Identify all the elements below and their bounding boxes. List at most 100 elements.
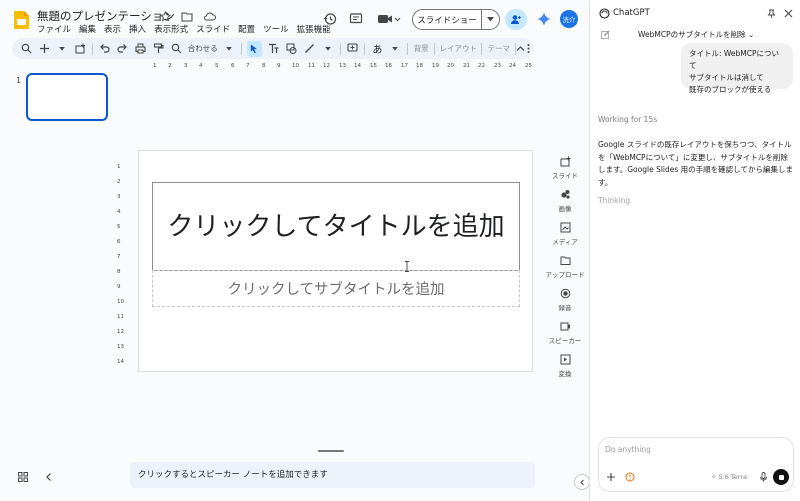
slideshow-dropdown-icon[interactable] [482, 17, 499, 22]
toolbar-divider [434, 42, 436, 55]
menu-view[interactable]: 表示 [104, 23, 121, 35]
speaker-notes[interactable]: クリックするとスピーカー ノートを追加できます [130, 462, 535, 488]
clock-alert-icon[interactable] [625, 472, 635, 482]
ruler-tick: 21 [463, 63, 470, 69]
ruler-tick: 15 [370, 63, 377, 69]
cloud-saved-icon[interactable] [202, 9, 216, 23]
menu-file[interactable]: ファイル [37, 23, 71, 35]
slideshow-button[interactable]: スライドショー [412, 9, 500, 30]
new-slide-layout-icon[interactable] [74, 41, 86, 57]
paint-format-icon[interactable] [153, 41, 165, 57]
pin-icon[interactable] [767, 9, 776, 18]
background-button[interactable]: 背景 [414, 41, 429, 57]
ruler-tick: 24 [509, 63, 516, 69]
text-box-icon[interactable] [268, 41, 280, 57]
close-icon[interactable] [784, 9, 793, 18]
notes-resize-handle[interactable] [318, 450, 344, 452]
share-button[interactable] [505, 9, 527, 30]
ruler-tick: 6 [231, 63, 235, 69]
menu-bar: ファイル 編集 表示 挿入 表示形式 スライド 配置 ツール 拡張機能 [37, 23, 331, 35]
zoom-icon[interactable] [171, 41, 183, 57]
ruler-tick: 2 [117, 179, 121, 185]
slide-thumbnail[interactable] [26, 73, 108, 121]
ruler-tick: 1 [153, 63, 157, 69]
working-status[interactable]: Working for 15s [598, 115, 657, 124]
slides-app: 無題のプレゼンテーション ファイル 編集 表示 挿入 表示形式 スライド 配置 … [0, 0, 590, 501]
collapse-menu-icon[interactable] [514, 41, 526, 57]
ruler-tick: 19 [432, 63, 439, 69]
theme-button[interactable]: テーマ [488, 41, 511, 57]
zoom-dropdown-icon[interactable] [223, 41, 235, 57]
side-upload-button[interactable]: アップロード [545, 255, 585, 279]
ruler-tick: 11 [117, 314, 124, 320]
side-label: 画像 [558, 205, 572, 213]
stop-generating-button[interactable] [773, 469, 789, 485]
collapse-filmstrip-icon[interactable] [44, 472, 54, 482]
new-slide-dropdown-icon[interactable] [56, 41, 68, 57]
subtitle-placeholder[interactable]: クリックしてサブタイトルを追加 [152, 270, 520, 307]
title-placeholder[interactable]: クリックしてタイトルを追加 [152, 182, 520, 271]
undo-icon[interactable] [99, 41, 111, 57]
grid-view-icon[interactable] [18, 472, 28, 482]
microphone-icon[interactable] [759, 472, 768, 482]
menu-format[interactable]: 表示形式 [154, 23, 188, 35]
select-tool-icon[interactable] [247, 40, 262, 57]
move-folder-icon[interactable] [180, 9, 194, 23]
side-label: 変換 [558, 370, 572, 378]
new-slide-icon[interactable] [38, 41, 50, 57]
side-add-slide-button[interactable]: スライド [546, 156, 584, 180]
zoom-level[interactable]: 合わせる [188, 41, 218, 57]
side-speaker-button[interactable]: スピーカー [546, 321, 584, 345]
comments-icon[interactable] [349, 12, 363, 26]
side-image-button[interactable]: 画像 [546, 189, 584, 213]
text-style-dropdown-icon[interactable] [389, 41, 401, 57]
menu-tools[interactable]: ツール [263, 23, 289, 35]
vertical-ruler[interactable]: 1 2 3 4 5 6 7 8 9 10 11 12 13 14 [117, 150, 127, 372]
menu-arrange[interactable]: 配置 [238, 23, 255, 35]
new-chat-icon[interactable] [601, 30, 610, 39]
ruler-tick: 20 [447, 63, 454, 69]
version-history-icon[interactable] [323, 12, 337, 26]
attach-plus-icon[interactable] [606, 472, 616, 482]
gemini-icon[interactable] [536, 11, 552, 27]
user-message-line: 既存のブロックが使える [689, 85, 772, 94]
menu-edit[interactable]: 編集 [79, 23, 96, 35]
insert-comment-icon[interactable] [346, 41, 358, 57]
image-icon [560, 190, 570, 199]
document-title[interactable]: 無題のプレゼンテーション [37, 8, 175, 24]
menu-insert[interactable]: 挿入 [129, 23, 146, 35]
side-label: アップロード [545, 271, 585, 279]
print-icon[interactable] [135, 41, 147, 57]
layout-button[interactable]: レイアウト [440, 41, 478, 57]
conversation-title[interactable]: WebMCPのサブタイトルを削除 ⌄ [638, 29, 754, 40]
user-message: タイトル: WebMCPについて サブタイトルは消して 既存のブロックが使える [681, 43, 793, 94]
chat-input-placeholder[interactable]: Do anything [605, 445, 651, 454]
star-icon[interactable] [158, 9, 172, 23]
menu-slide[interactable]: スライド [196, 23, 230, 35]
model-selector[interactable]: ✧ 5.6 Terra [711, 473, 747, 481]
side-media-button[interactable]: メディア [546, 222, 584, 246]
line-dropdown-icon[interactable] [322, 41, 334, 57]
image-tool-icon[interactable] [286, 41, 298, 57]
ruler-tick: 10 [292, 63, 299, 69]
user-avatar[interactable]: 洸介 [560, 10, 578, 28]
add-slide-icon [560, 156, 570, 167]
text-style-button[interactable]: あ [371, 41, 383, 57]
expand-panel-button[interactable] [574, 474, 590, 490]
line-tool-icon[interactable] [304, 41, 316, 57]
meet-icon[interactable] [377, 12, 401, 26]
side-record-button[interactable]: 録音 [546, 288, 584, 312]
redo-icon[interactable] [117, 41, 129, 57]
side-convert-button[interactable]: 変換 [546, 354, 584, 378]
ruler-tick: 5 [117, 224, 121, 230]
slideshow-label[interactable]: スライドショー [413, 10, 482, 29]
side-label: スライド [552, 172, 578, 180]
toolbar-divider [339, 42, 341, 55]
slides-logo-icon[interactable] [10, 9, 32, 31]
horizontal-ruler[interactable]: 1 2 3 4 5 6 7 8 9 10 11 12 13 14 15 16 1… [128, 63, 534, 73]
ruler-tick: 11 [308, 63, 315, 69]
ruler-tick: 23 [494, 63, 501, 69]
search-menus-icon[interactable] [20, 41, 32, 57]
toolbar-divider [240, 42, 242, 55]
chat-composer[interactable]: Do anything ✧ 5.6 Terra [598, 437, 794, 492]
